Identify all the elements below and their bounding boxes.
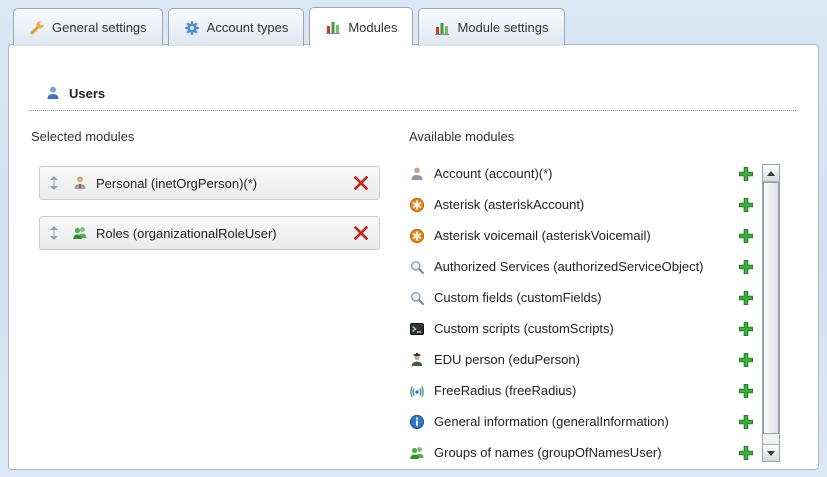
selected-module-row: Roles (organizationalRoleUser) bbox=[39, 216, 380, 250]
antenna-icon bbox=[409, 383, 425, 399]
available-module-label: EDU person (eduPerson) bbox=[434, 352, 580, 367]
available-modules-column: Available modules Account (account)(*) As… bbox=[409, 129, 754, 468]
available-module-label: Authorized Services (authorizedServiceOb… bbox=[434, 259, 704, 274]
modules-icon bbox=[325, 19, 341, 35]
available-module-row: Asterisk (asteriskAccount) bbox=[409, 189, 754, 220]
delete-icon bbox=[353, 225, 369, 241]
add-icon bbox=[738, 166, 754, 182]
scroll-down-icon bbox=[767, 451, 775, 456]
add-module-button[interactable] bbox=[738, 259, 754, 275]
available-module-label: Asterisk (asteriskAccount) bbox=[434, 197, 584, 212]
available-module-label: Asterisk voicemail (asteriskVoicemail) bbox=[434, 228, 651, 243]
add-icon bbox=[738, 321, 754, 337]
add-icon bbox=[738, 259, 754, 275]
account-icon bbox=[409, 166, 425, 182]
add-module-button[interactable] bbox=[738, 383, 754, 399]
info-icon bbox=[409, 414, 425, 430]
drag-handle-icon[interactable] bbox=[46, 175, 62, 191]
scroll-up-icon bbox=[767, 171, 775, 176]
scroll-down-button[interactable] bbox=[763, 444, 779, 461]
available-module-label: General information (generalInformation) bbox=[434, 414, 669, 429]
available-module-label: Account (account)(*) bbox=[434, 166, 553, 181]
available-module-row: Groups of names (groupOfNamesUser) bbox=[409, 437, 754, 468]
content-panel: Users Selected modules Personal (inetOrg… bbox=[8, 44, 819, 470]
add-module-button[interactable] bbox=[738, 290, 754, 306]
magnifier-icon bbox=[409, 259, 425, 275]
scrollbar-thumb[interactable] bbox=[763, 182, 779, 434]
tab-label: General settings bbox=[52, 20, 147, 35]
magnifier-icon bbox=[409, 290, 425, 306]
remove-module-button[interactable] bbox=[353, 175, 369, 191]
scrollbar[interactable] bbox=[762, 164, 780, 462]
add-module-button[interactable] bbox=[738, 352, 754, 368]
add-module-button[interactable] bbox=[738, 445, 754, 461]
add-module-button[interactable] bbox=[738, 197, 754, 213]
tab-label: Account types bbox=[207, 20, 289, 35]
module-settings-icon bbox=[434, 20, 450, 36]
available-module-row: Custom scripts (customScripts) bbox=[409, 313, 754, 344]
add-icon bbox=[738, 290, 754, 306]
script-icon bbox=[409, 321, 425, 337]
selected-module-label: Roles (organizationalRoleUser) bbox=[96, 226, 277, 241]
available-module-row: FreeRadius (freeRadius) bbox=[409, 375, 754, 406]
available-module-row: Authorized Services (authorizedServiceOb… bbox=[409, 251, 754, 282]
selected-modules-list: Personal (inetOrgPerson)(*) Roles (organi… bbox=[39, 166, 383, 250]
available-module-label: Custom fields (customFields) bbox=[434, 290, 602, 305]
add-icon bbox=[738, 414, 754, 430]
group-icon bbox=[409, 445, 425, 461]
available-module-row: General information (generalInformation) bbox=[409, 406, 754, 437]
lam-configuration-screen: General settings Account types Modules Modu… bbox=[0, 0, 827, 477]
add-module-button[interactable] bbox=[738, 228, 754, 244]
add-icon bbox=[738, 197, 754, 213]
available-module-label: Custom scripts (customScripts) bbox=[434, 321, 614, 336]
tab-label: Modules bbox=[348, 20, 397, 35]
tab-general-settings[interactable]: General settings bbox=[13, 8, 163, 46]
personal-icon bbox=[72, 175, 88, 191]
section-title: Users bbox=[69, 86, 105, 101]
add-module-button[interactable] bbox=[738, 414, 754, 430]
asterisk-icon bbox=[409, 197, 425, 213]
available-module-label: FreeRadius (freeRadius) bbox=[434, 383, 576, 398]
add-icon bbox=[738, 383, 754, 399]
add-icon bbox=[738, 228, 754, 244]
section-header: Users bbox=[29, 85, 796, 111]
available-module-row: Custom fields (customFields) bbox=[409, 282, 754, 313]
scroll-up-button[interactable] bbox=[763, 165, 779, 182]
add-module-button[interactable] bbox=[738, 166, 754, 182]
tab-label: Module settings bbox=[457, 20, 548, 35]
remove-module-button[interactable] bbox=[353, 225, 369, 241]
add-icon bbox=[738, 352, 754, 368]
available-modules-list: Account (account)(*) Asterisk (asteriskAc… bbox=[409, 158, 754, 468]
tab-account-types[interactable]: Account types bbox=[168, 8, 305, 46]
add-module-button[interactable] bbox=[738, 321, 754, 337]
add-icon bbox=[738, 445, 754, 461]
user-icon bbox=[45, 85, 61, 101]
selected-modules-heading: Selected modules bbox=[31, 129, 383, 144]
tab-module-settings[interactable]: Module settings bbox=[418, 8, 564, 46]
selected-module-row: Personal (inetOrgPerson)(*) bbox=[39, 166, 380, 200]
drag-handle-icon[interactable] bbox=[46, 225, 62, 241]
tab-modules[interactable]: Modules bbox=[309, 7, 413, 46]
roles-icon bbox=[72, 225, 88, 241]
selected-module-label: Personal (inetOrgPerson)(*) bbox=[96, 176, 257, 191]
available-module-row: EDU person (eduPerson) bbox=[409, 344, 754, 375]
edu-person-icon bbox=[409, 352, 425, 368]
gear-icon bbox=[184, 20, 200, 36]
available-module-row: Asterisk voicemail (asteriskVoicemail) bbox=[409, 220, 754, 251]
asterisk-icon bbox=[409, 228, 425, 244]
tab-bar: General settings Account types Modules Modu… bbox=[13, 7, 565, 46]
available-module-row: Account (account)(*) bbox=[409, 158, 754, 189]
available-modules-heading: Available modules bbox=[409, 129, 754, 144]
delete-icon bbox=[353, 175, 369, 191]
available-module-label: Groups of names (groupOfNamesUser) bbox=[434, 445, 662, 460]
selected-modules-column: Selected modules Personal (inetOrgPerson… bbox=[31, 129, 383, 266]
wrench-icon bbox=[29, 20, 45, 36]
